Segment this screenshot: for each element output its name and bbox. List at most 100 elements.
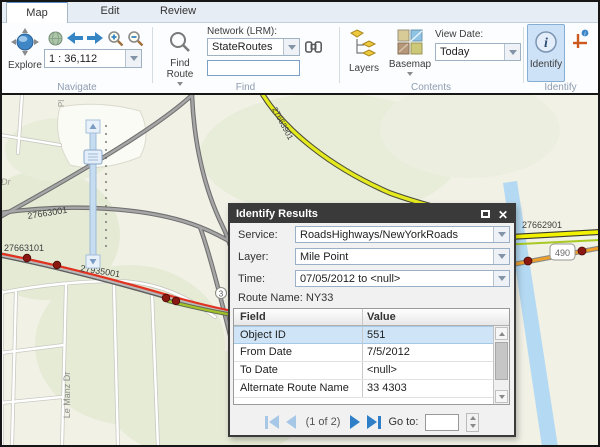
close-icon[interactable]: ✕ xyxy=(498,206,508,224)
layers-label: Layers xyxy=(349,63,379,74)
event-editor-window: Map Edit Review Explore xyxy=(0,0,600,447)
explore-pan-icon xyxy=(11,28,39,59)
scroll-down-icon[interactable] xyxy=(495,390,508,403)
maximize-icon[interactable] xyxy=(481,210,490,218)
time-value: 07/05/2012 to <null> xyxy=(300,271,491,286)
identify-button[interactable]: i Identify xyxy=(527,24,565,82)
previous-extent-arrow-icon[interactable] xyxy=(66,31,84,48)
group-contents: Layers Basemap View Date: xyxy=(341,23,521,95)
tab-review[interactable]: Review xyxy=(144,1,212,23)
identify-group-label: Identify xyxy=(525,82,596,93)
goto-spinner[interactable] xyxy=(466,413,479,432)
identify-results-dialog: Identify Results ✕ Service: RoadsHighway… xyxy=(228,203,516,437)
value-cell: <null> xyxy=(367,364,397,376)
tab-edit[interactable]: Edit xyxy=(78,1,142,23)
service-label: Service: xyxy=(238,229,278,241)
map-scale-value: 1 : 36,112 xyxy=(49,50,123,67)
view-date-value: Today xyxy=(440,44,502,60)
svg-text:i: i xyxy=(544,36,548,51)
table-header-row: Field Value xyxy=(234,309,509,326)
identify-route-location-icon[interactable]: i xyxy=(570,29,590,52)
find-route-button[interactable]: Find Route xyxy=(157,25,203,87)
route-label-27662901: 27662901 xyxy=(522,220,562,230)
map-scale-dropdown-button[interactable] xyxy=(125,50,141,67)
dialog-title: Identify Results xyxy=(236,208,318,220)
full-extent-globe-icon[interactable] xyxy=(48,31,63,49)
find-group-label: Find xyxy=(154,82,337,93)
first-page-button[interactable] xyxy=(265,415,279,429)
basemap-label: Basemap xyxy=(389,59,431,70)
value-cell: 551 xyxy=(367,329,385,341)
search-binoculars-icon[interactable] xyxy=(305,40,322,57)
attribute-table: Field Value Object ID 551 From Date 7/5/… xyxy=(233,308,510,405)
route-filter-value xyxy=(212,61,281,75)
group-find: Find Route Network (LRM): StateRoutes xyxy=(154,23,337,95)
basemap-tiles-icon xyxy=(397,29,423,58)
table-scrollbar[interactable] xyxy=(493,326,509,404)
ribbon-map-divider xyxy=(0,93,600,95)
field-cell: Alternate Route Name xyxy=(240,382,349,394)
zoom-out-icon[interactable] xyxy=(127,30,144,50)
ribbon-tabstrip: Map Edit Review xyxy=(0,0,600,23)
previous-page-button[interactable] xyxy=(286,415,296,429)
svg-text:3: 3 xyxy=(219,290,224,299)
field-cell: From Date xyxy=(240,346,292,358)
scrollbar-thumb[interactable] xyxy=(495,342,508,380)
table-row[interactable]: To Date <null> xyxy=(234,362,493,380)
spinner-up-icon[interactable] xyxy=(470,416,476,420)
layers-button[interactable]: Layers xyxy=(343,26,385,84)
time-combo[interactable]: 07/05/2012 to <null> xyxy=(295,270,510,287)
value-column-header: Value xyxy=(367,311,396,323)
goto-page-input[interactable] xyxy=(425,414,459,431)
field-cell: To Date xyxy=(240,364,278,376)
map-scale-combo[interactable]: 1 : 36,112 xyxy=(44,49,142,68)
identify-info-icon: i xyxy=(533,29,559,58)
contents-group-label: Contents xyxy=(341,82,521,93)
view-date-combo[interactable]: Today xyxy=(435,43,521,61)
value-cell: 33 4303 xyxy=(367,382,407,394)
identify-label: Identify xyxy=(530,59,562,70)
last-page-button[interactable] xyxy=(367,415,381,429)
group-navigate: Explore xyxy=(4,23,150,95)
scroll-up-icon[interactable] xyxy=(495,327,508,340)
explore-button[interactable]: Explore xyxy=(4,27,46,79)
route-label-27663101: 27663101 xyxy=(4,243,44,253)
goto-label: Go to: xyxy=(388,416,418,428)
zoom-in-icon[interactable] xyxy=(107,30,124,50)
ribbon-separator xyxy=(339,27,340,83)
basemap-button[interactable]: Basemap xyxy=(387,26,433,88)
route-filter-input[interactable] xyxy=(207,60,300,76)
ribbon: Explore xyxy=(0,23,600,95)
time-label: Time: xyxy=(238,273,265,285)
next-extent-arrow-icon[interactable] xyxy=(86,31,104,48)
tab-map[interactable]: Map xyxy=(6,1,68,23)
table-row[interactable]: Object ID 551 xyxy=(234,326,493,344)
ribbon-separator xyxy=(152,27,153,83)
service-dropdown-button[interactable] xyxy=(493,227,509,242)
service-value: RoadsHighways/NewYorkRoads xyxy=(300,227,491,242)
results-pager: (1 of 2) Go to: xyxy=(230,409,514,435)
time-dropdown-button[interactable] xyxy=(493,271,509,286)
svg-text:490: 490 xyxy=(555,248,570,258)
layer-label: Layer: xyxy=(238,251,269,263)
street-label-pl: Pl xyxy=(57,100,66,107)
layer-value: Mile Point xyxy=(300,249,491,264)
basemap-dropdown-caret[interactable] xyxy=(407,72,413,76)
street-label-le-manz-dr: Le Manz Dr xyxy=(62,372,72,419)
layer-dropdown-button[interactable] xyxy=(493,249,509,264)
page-indicator: (1 of 2) xyxy=(306,416,341,428)
view-date-label: View Date: xyxy=(435,29,483,40)
network-lrm-dropdown-button[interactable] xyxy=(283,39,299,55)
network-lrm-combo[interactable]: StateRoutes xyxy=(207,38,300,56)
table-row[interactable]: Alternate Route Name 33 4303 xyxy=(234,380,493,398)
table-row[interactable]: From Date 7/5/2012 xyxy=(234,344,493,362)
layer-combo[interactable]: Mile Point xyxy=(295,248,510,265)
service-combo[interactable]: RoadsHighways/NewYorkRoads xyxy=(295,226,510,243)
next-page-button[interactable] xyxy=(350,415,360,429)
spinner-down-icon[interactable] xyxy=(470,424,476,428)
layers-tree-icon xyxy=(350,29,378,62)
value-cell: 7/5/2012 xyxy=(367,346,410,358)
dialog-titlebar[interactable]: Identify Results ✕ xyxy=(230,205,514,223)
view-date-dropdown-button[interactable] xyxy=(504,44,520,60)
group-identify: i Identify i Identify xyxy=(525,23,596,95)
